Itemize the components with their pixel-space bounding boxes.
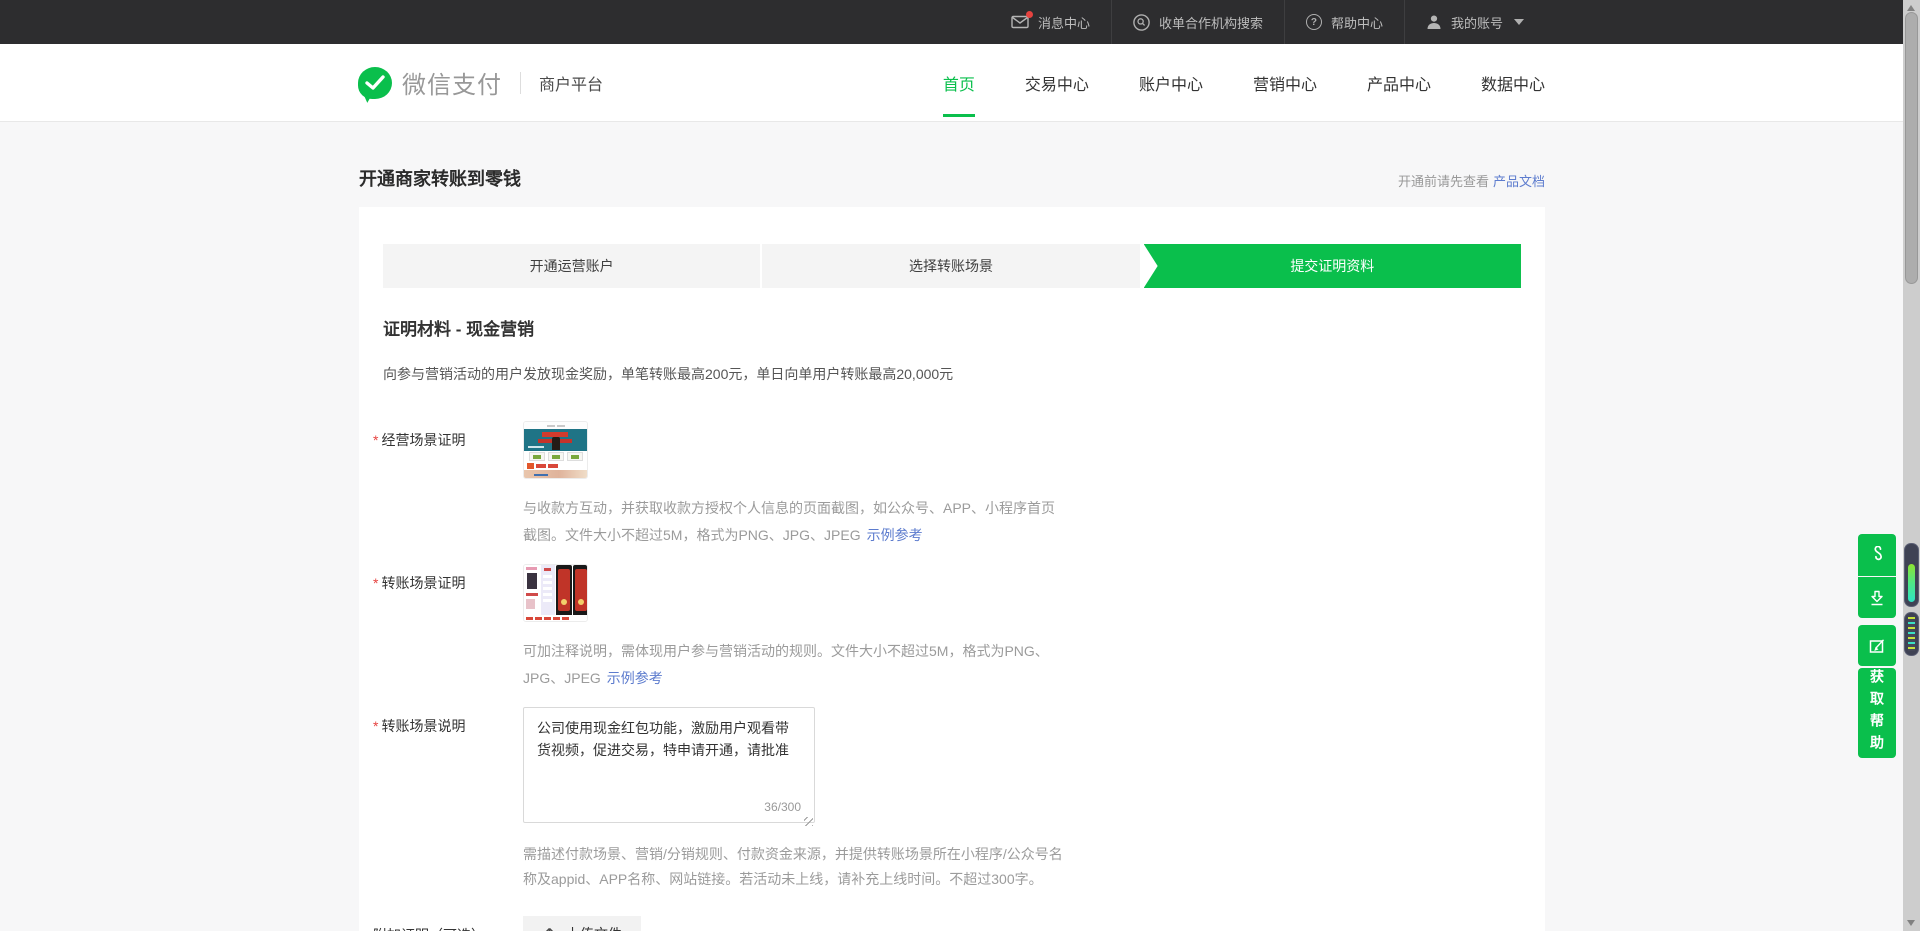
- nav-item-marketing[interactable]: 营销中心: [1253, 44, 1317, 121]
- message-icon: [1011, 15, 1029, 29]
- main-nav: 首页 交易中心 账户中心 营销中心 产品中心 数据中心: [943, 44, 1545, 121]
- field-description: 需描述付款场景、营销/分销规则、付款资金来源，并提供转账场景所在小程序/公众号名…: [523, 842, 1065, 892]
- form-row-transfer-scene-note: *转账场景说明 公司使用现金红包功能，激励用户观看带货视频，促进交易，特申请开通…: [383, 707, 1521, 892]
- portal-label: 商户平台: [539, 71, 603, 95]
- field-description: 可加注释说明，需体现用户参与营销活动的规则。文件大小不超过5M，格式为PNG、J…: [523, 638, 1065, 692]
- nav-item-products[interactable]: 产品中心: [1367, 44, 1431, 121]
- page-notice: 开通前请先查看产品文档: [1398, 171, 1545, 190]
- topbar-item-acquirer-search[interactable]: 收单合作机构搜索: [1111, 0, 1284, 44]
- field-content: 可加注释说明，需体现用户参与营销活动的规则。文件大小不超过5M，格式为PNG、J…: [523, 564, 1083, 692]
- help-icon: ?: [1306, 14, 1322, 30]
- notice-text: 开通前请先查看: [1398, 174, 1489, 189]
- step-bar: 开通运营账户 选择转账场景 提交证明资料: [383, 244, 1521, 288]
- proof-form: *经营场景证明 与收款方互动，并获取收款方授权个人信息的页面截图，如公众号、AP…: [383, 421, 1521, 931]
- download-button[interactable]: [1858, 577, 1896, 618]
- share-link-button[interactable]: [1858, 534, 1896, 576]
- brand-logo[interactable]: 微信支付 商户平台: [358, 44, 603, 121]
- example-link[interactable]: 示例参考: [607, 670, 663, 686]
- feedback-button[interactable]: [1858, 625, 1896, 666]
- link-icon: [1868, 546, 1886, 564]
- nav-item-account[interactable]: 账户中心: [1139, 44, 1203, 121]
- download-icon: [1868, 589, 1886, 607]
- get-help-button[interactable]: 获取帮助: [1858, 668, 1896, 758]
- chevron-down-icon: [1514, 19, 1524, 25]
- step-submit-proof: 提交证明资料: [1144, 244, 1521, 288]
- required-mark: *: [373, 432, 378, 448]
- header: 微信支付 商户平台 首页 交易中心 账户中心 营销中心 产品中心 数据中心: [0, 44, 1920, 122]
- get-help-label: 获取帮助: [1867, 669, 1887, 757]
- page-title: 开通商家转账到零钱: [359, 168, 521, 190]
- form-row-transfer-scene-proof: *转账场景证明 可加注释说明，需体现用户参与营销活动的规则。文件大小不超过5M，…: [383, 564, 1521, 692]
- field-label: *经营场景证明: [373, 421, 523, 549]
- char-counter: 36/300: [764, 800, 801, 814]
- edit-icon: [1868, 637, 1886, 655]
- transfer-scene-thumbnail[interactable]: [523, 564, 588, 622]
- scrollbar-down-arrow[interactable]: [1907, 920, 1915, 926]
- float-toolbar: 获取帮助: [1858, 534, 1896, 758]
- scrollbar-thumb[interactable]: [1905, 12, 1918, 284]
- topbar-item-help-center[interactable]: ? 帮助中心: [1284, 0, 1404, 44]
- nav-item-transactions[interactable]: 交易中心: [1025, 44, 1089, 121]
- scene-note-wrapper: 公司使用现金红包功能，激励用户观看带货视频，促进交易，特申请开通，请批准 36/…: [523, 707, 815, 828]
- wechat-pay-logo-icon: [358, 67, 392, 99]
- topbar-item-messages[interactable]: 消息中心: [990, 0, 1111, 44]
- form-row-extra-proof: 附加证明（可选） 上传文件: [383, 916, 1521, 931]
- scrollbar: [1903, 0, 1920, 931]
- resize-handle-icon[interactable]: [804, 817, 813, 826]
- step-choose-scene: 选择转账场景: [762, 244, 1139, 288]
- required-mark: *: [373, 575, 378, 591]
- search-icon: [1133, 14, 1150, 31]
- divider: [520, 72, 521, 94]
- field-label: 附加证明（可选）: [373, 916, 523, 931]
- upload-icon: [542, 926, 557, 931]
- field-content: 公司使用现金红包功能，激励用户观看带货视频，促进交易，特申请开通，请批准 36/…: [523, 707, 1083, 892]
- field-label: *转账场景证明: [373, 564, 523, 692]
- section-subtitle: 向参与营销活动的用户发放现金奖励，单笔转账最高200元，单日向单用户转账最高20…: [383, 366, 1521, 383]
- nav-item-home[interactable]: 首页: [943, 44, 975, 121]
- field-content: 上传文件: [523, 916, 1083, 931]
- scrollbar-up-arrow[interactable]: [1907, 5, 1915, 11]
- account-icon: [1426, 14, 1442, 30]
- product-doc-link[interactable]: 产品文档: [1493, 174, 1545, 189]
- main-card: 开通运营账户 选择转账场景 提交证明资料 证明材料 - 现金营销 向参与营销活动…: [359, 207, 1545, 931]
- topbar-item-label: 我的账号: [1451, 13, 1503, 32]
- step-open-account: 开通运营账户: [383, 244, 760, 288]
- upload-file-button[interactable]: 上传文件: [523, 916, 641, 931]
- topbar-item-label: 消息中心: [1038, 13, 1090, 32]
- page: 消息中心 收单合作机构搜索 ? 帮助中心 我的账号 微信支付: [0, 0, 1920, 931]
- required-mark: *: [373, 718, 378, 734]
- topbar-item-my-account[interactable]: 我的账号: [1404, 0, 1545, 44]
- business-scene-thumbnail[interactable]: [523, 421, 588, 479]
- upload-button-label: 上传文件: [566, 924, 622, 931]
- page-head: 开通商家转账到零钱 开通前请先查看产品文档: [359, 168, 1545, 190]
- form-row-business-scene: *经营场景证明 与收款方互动，并获取收款方授权个人信息的页面截图，如公众号、AP…: [383, 421, 1521, 549]
- brand-name: 微信支付: [402, 65, 502, 100]
- field-description: 与收款方互动，并获取收款方授权个人信息的页面截图，如公众号、APP、小程序首页截…: [523, 495, 1065, 549]
- example-link[interactable]: 示例参考: [867, 527, 923, 543]
- field-content: 与收款方互动，并获取收款方授权个人信息的页面截图，如公众号、APP、小程序首页截…: [523, 421, 1083, 549]
- topbar-item-label: 帮助中心: [1331, 13, 1383, 32]
- field-label: *转账场景说明: [373, 707, 523, 892]
- notification-dot: [1026, 11, 1033, 18]
- nav-item-data[interactable]: 数据中心: [1481, 44, 1545, 121]
- topbar-item-label: 收单合作机构搜索: [1159, 13, 1263, 32]
- section-title: 证明材料 - 现金营销: [383, 319, 1521, 340]
- topbar: 消息中心 收单合作机构搜索 ? 帮助中心 我的账号: [0, 0, 1920, 44]
- extension-striped-widget: [1904, 612, 1919, 656]
- extension-gradient-widget: [1904, 543, 1919, 607]
